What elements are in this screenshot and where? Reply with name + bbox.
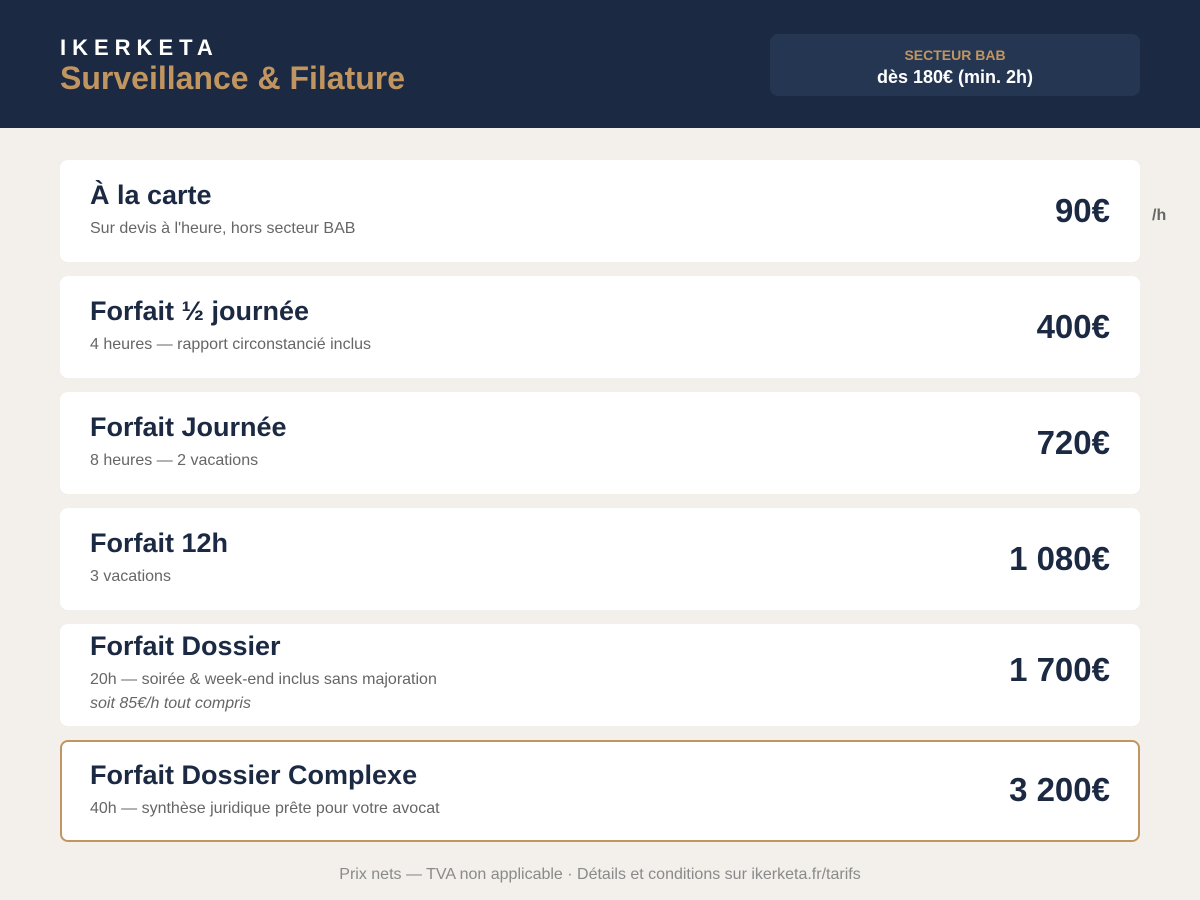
offer-description: 40h — synthèse juridique prête pour votr… — [90, 800, 440, 817]
offer-note: soit 85€/h tout compris — [90, 695, 251, 712]
offer-description: 4 heures — rapport circonstancié inclus — [90, 336, 372, 353]
offer-description: Sur devis à l'heure, hors secteur BAB — [90, 220, 356, 237]
pricing-card-journee: Forfait Journée 8 heures — 2 vacations 7… — [60, 392, 1140, 494]
sector-bab-label: SECTEUR BAB — [904, 47, 1006, 63]
sector-bab-price: dès 180€ (min. 2h) — [876, 67, 1034, 87]
offer-price: 1 700€ — [1009, 651, 1110, 688]
offer-price: 400€ — [1036, 308, 1110, 345]
offer-title: Forfait 12h — [90, 528, 229, 558]
offer-title: Forfait Journée — [90, 412, 287, 442]
offer-price-unit: /h — [1152, 207, 1167, 224]
offer-title: Forfait Dossier Complexe — [90, 760, 418, 790]
pricing-card-a-la-carte: À la carte Sur devis à l'heure, hors sec… — [60, 160, 1140, 262]
footer-note: Prix nets — TVA non applicable · Détails… — [339, 866, 861, 883]
offer-description: 8 heures — 2 vacations — [90, 452, 259, 469]
pricing-card-demi-journee: Forfait ½ journée 4 heures — rapport cir… — [60, 276, 1140, 378]
offer-description: 20h — soirée & week-end inclus sans majo… — [90, 671, 437, 688]
sector-bab-badge: SECTEUR BAB dès 180€ (min. 2h) — [770, 34, 1140, 96]
brand-name: IKERKETA — [60, 35, 219, 60]
offer-title: À la carte — [90, 180, 212, 210]
offer-price: 720€ — [1036, 424, 1110, 461]
offer-description: 3 vacations — [90, 568, 171, 585]
offer-title: Forfait Dossier — [90, 631, 281, 661]
page-header: IKERKETA Surveillance & Filature SECTEUR… — [0, 0, 1200, 128]
pricing-card-12h: Forfait 12h 3 vacations 1 080€ — [60, 508, 1140, 610]
offer-price: 90€ — [1054, 192, 1110, 229]
offer-title: Forfait ½ journée — [90, 296, 310, 326]
pricing-card-dossier-complexe: Forfait Dossier Complexe 40h — synthèse … — [60, 740, 1140, 842]
offer-price: 3 200€ — [1009, 771, 1110, 808]
page-title: Surveillance & Filature — [60, 60, 406, 96]
offer-price: 1 080€ — [1009, 540, 1110, 577]
pricing-card-dossier: Forfait Dossier 20h — soirée & week-end … — [60, 624, 1140, 726]
